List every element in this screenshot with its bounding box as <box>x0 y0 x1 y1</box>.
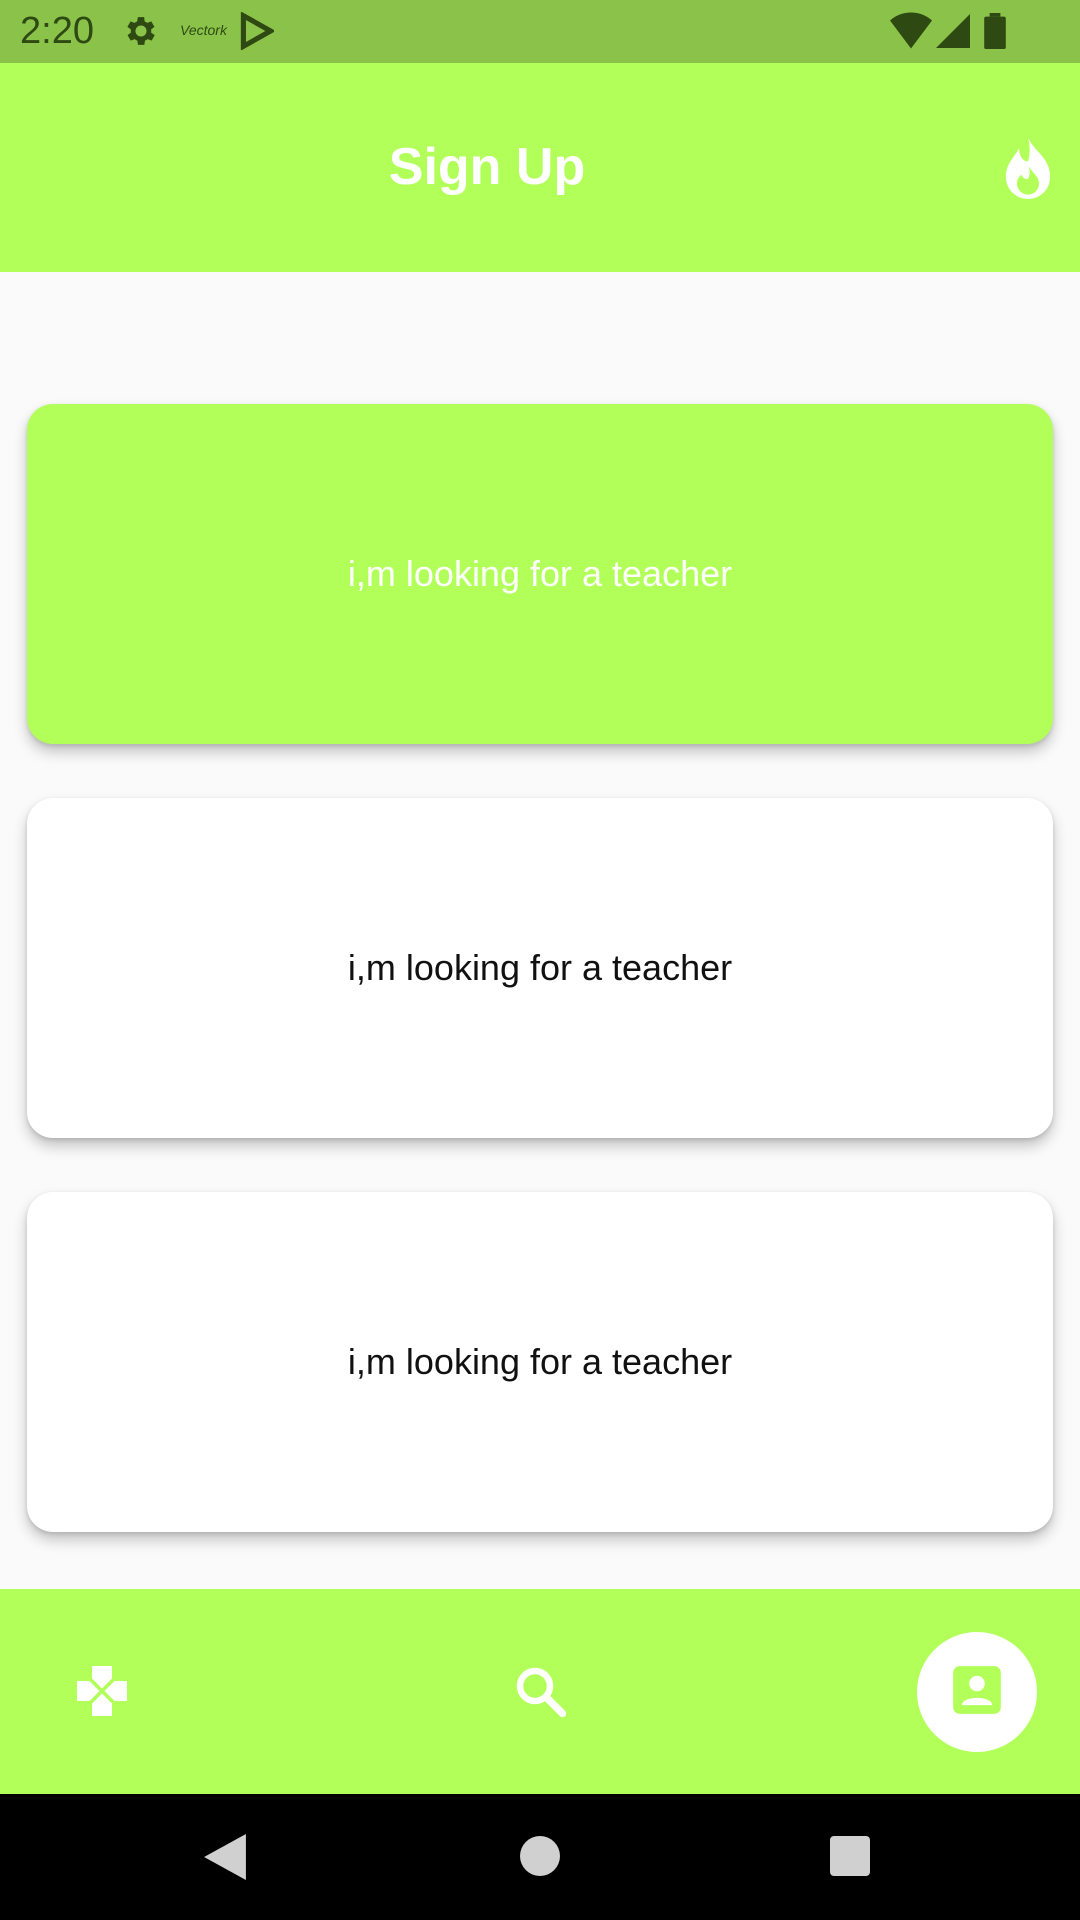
option-card-3[interactable]: i,m looking for a teacher <box>27 1192 1053 1532</box>
wifi-icon <box>890 12 932 55</box>
option-card-2[interactable]: i,m looking for a teacher <box>27 798 1053 1138</box>
flame-icon[interactable] <box>1000 137 1056 204</box>
option-card-label: i,m looking for a teacher <box>347 947 733 988</box>
vectork-icon: Vectork <box>180 22 227 38</box>
page-title: Sign Up <box>388 138 586 196</box>
battery-icon <box>984 13 1006 54</box>
signal-icon <box>936 12 970 55</box>
home-icon[interactable] <box>520 1836 560 1881</box>
recents-icon[interactable] <box>830 1836 870 1881</box>
gamepad-icon[interactable] <box>72 1661 132 1726</box>
bottom-nav <box>0 1589 1080 1794</box>
contact-nav-button[interactable] <box>917 1632 1037 1752</box>
system-nav-bar <box>0 1794 1080 1920</box>
option-card-label: i,m looking for a teacher <box>347 1341 733 1382</box>
contact-icon <box>951 1664 1003 1721</box>
play-store-icon <box>240 11 276 55</box>
option-card-label: i,m looking for a teacher <box>347 553 733 594</box>
back-icon[interactable] <box>204 1834 246 1885</box>
status-bar: 2:20 Vectork <box>0 0 1080 63</box>
option-card-1[interactable]: i,m looking for a teacher <box>27 404 1053 744</box>
app-bar: Sign Up <box>0 63 1080 272</box>
status-time: 2:20 <box>20 10 94 52</box>
gear-icon <box>122 12 160 55</box>
search-icon[interactable] <box>510 1661 570 1726</box>
